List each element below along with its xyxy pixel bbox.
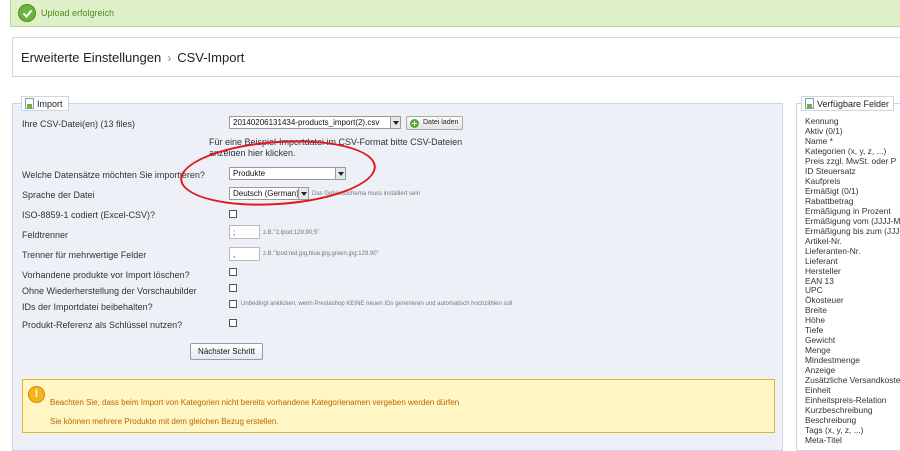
separator-input[interactable]: ; bbox=[229, 225, 260, 239]
breadcrumb-parent-link[interactable]: Erweiterte Einstellungen bbox=[21, 50, 161, 65]
success-text: Upload erfolgreich bbox=[41, 8, 115, 18]
truncate-label: Vorhandene produkte vor Import löschen? bbox=[22, 270, 190, 280]
breadcrumb-separator-icon: › bbox=[167, 51, 172, 65]
language-value: Deutsch (German) bbox=[233, 189, 299, 198]
multi-separator-label: Trenner für mehrwertige Felder bbox=[22, 250, 147, 260]
add-icon bbox=[410, 119, 419, 128]
separator-hint: z.B."1;Ipod;129.90;5" bbox=[263, 230, 320, 236]
chevron-down-icon bbox=[390, 117, 400, 128]
document-icon bbox=[25, 98, 34, 109]
iso-checkbox[interactable] bbox=[229, 210, 237, 218]
separator-label: Feldtrenner bbox=[22, 230, 69, 240]
regenerate-checkbox[interactable] bbox=[229, 284, 237, 292]
multi-separator-hint: z.B."Ipod;red.jpg,blue.jpg,green.jpg;129… bbox=[263, 251, 379, 257]
import-legend: Import bbox=[21, 96, 69, 111]
language-label: Sprache der Datei bbox=[22, 190, 95, 200]
force-ids-hint: Unbedingt anklicken, wenn Prestashop KEI… bbox=[241, 301, 513, 307]
warning-icon: ! bbox=[28, 386, 45, 403]
force-ids-checkbox[interactable] bbox=[229, 300, 237, 308]
fields-legend: Verfügbare Felder bbox=[801, 96, 895, 111]
page-header: Erweiterte Einstellungen › CSV-Import bbox=[12, 37, 900, 77]
next-step-button[interactable]: Nächster Schritt bbox=[190, 343, 263, 360]
load-file-label: Datei laden bbox=[423, 119, 459, 126]
field-list-item: Meta-Titel bbox=[805, 435, 842, 445]
language-hint: Das Gebietsschema muss installiert sein bbox=[312, 191, 421, 197]
language-select[interactable]: Deutsch (German) bbox=[229, 187, 309, 200]
warning-line-1: Beachten Sie, dass beim Import von Kateg… bbox=[50, 398, 460, 407]
import-panel: Import Ihre CSV-Datei(en) (13 files) 201… bbox=[12, 96, 783, 451]
file-label: Ihre CSV-Datei(en) (13 files) bbox=[22, 119, 136, 129]
multi-separator-input[interactable]: , bbox=[229, 247, 260, 261]
entity-value: Produkte bbox=[233, 169, 266, 178]
chevron-down-icon bbox=[335, 168, 345, 179]
iso-label: ISO-8859-1 codiert (Excel-CSV)? bbox=[22, 210, 156, 220]
match-ref-label: Produkt-Referenz als Schlüssel nutzen? bbox=[22, 320, 183, 330]
truncate-checkbox[interactable] bbox=[229, 268, 237, 276]
import-legend-label: Import bbox=[37, 98, 63, 109]
csv-file-value: 20140206131434-products_import(2).csv bbox=[233, 118, 380, 127]
force-ids-label: IDs der Importdatei beibehalten? bbox=[22, 302, 153, 312]
entity-select[interactable]: Produkte bbox=[229, 167, 346, 180]
match-ref-checkbox[interactable] bbox=[229, 319, 237, 327]
fields-legend-label: Verfügbare Felder bbox=[817, 98, 890, 109]
breadcrumb-current: CSV-Import bbox=[177, 50, 245, 65]
warning-line-2: Sie können mehrere Produkte mit dem glei… bbox=[50, 417, 279, 426]
warning-box: ! Beachten Sie, dass beim Import von Kat… bbox=[22, 379, 775, 433]
regenerate-label: Ohne Wiederherstellung der Vorschaubilde… bbox=[22, 286, 197, 296]
breadcrumb: Erweiterte Einstellungen › CSV-Import bbox=[21, 50, 244, 65]
chevron-down-icon bbox=[298, 188, 308, 199]
success-message-bar: Upload erfolgreich bbox=[10, 0, 900, 27]
load-file-button[interactable]: Datei laden bbox=[406, 116, 464, 130]
csv-file-select[interactable]: 20140206131434-products_import(2).csv bbox=[229, 116, 401, 129]
field-list: Kennung Aktiv (0/1) Name * Kategorien (x, y… bbox=[805, 116, 900, 446]
example-file-note[interactable]: Für eine Beispiel-Importdatei im CSV-For… bbox=[209, 137, 499, 156]
available-fields-panel: Verfügbare Felder Kennung Aktiv (0/1) Name… bbox=[796, 96, 900, 451]
entity-label: Welche Datensätze möchten Sie importiere… bbox=[22, 170, 205, 180]
check-circle-icon bbox=[18, 4, 36, 22]
field-list-item: Hersteller bbox=[805, 265, 841, 276]
document-icon bbox=[805, 98, 814, 109]
